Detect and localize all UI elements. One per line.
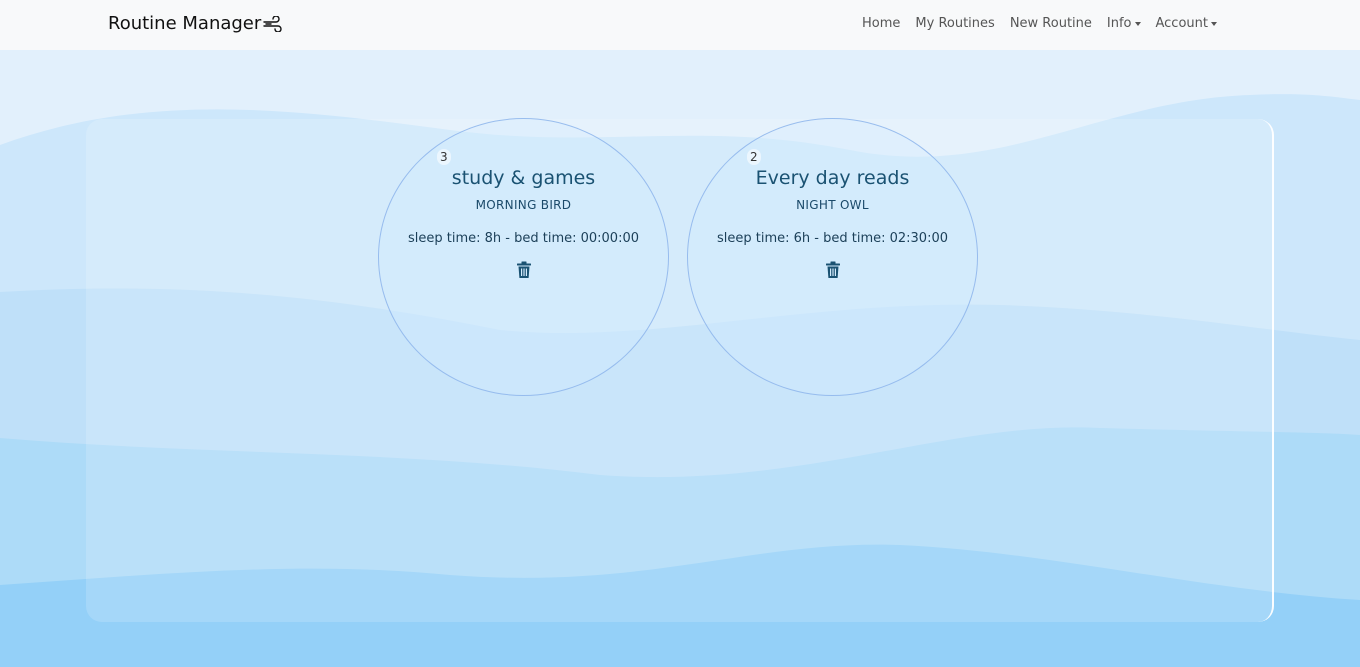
nav-my-routines[interactable]: My Routines <box>915 16 994 31</box>
nav-home[interactable]: Home <box>862 16 900 31</box>
routine-title: Every day reads <box>755 167 910 189</box>
routine-count-badge: 2 <box>747 149 761 165</box>
nav-new-routine[interactable]: New Routine <box>1010 16 1092 31</box>
routine-sleep-info: sleep time: 6h - bed time: 02:30:00 <box>716 231 949 246</box>
routine-count-badge: 3 <box>437 149 451 165</box>
routine-type: MORNING BIRD <box>475 198 572 212</box>
routine-card: 2 Every day reads NIGHT OWL sleep time: … <box>687 118 978 396</box>
wind-icon <box>263 15 282 32</box>
brand[interactable]: Routine Manager <box>108 13 283 34</box>
routine-card: 3 study & games MORNING BIRD sleep time:… <box>378 118 669 396</box>
routine-type: NIGHT OWL <box>796 198 869 212</box>
routines-panel <box>86 119 1274 622</box>
nav-info-label: Info <box>1106 16 1132 31</box>
nav-info-dropdown[interactable]: Info <box>1107 16 1141 31</box>
routine-sleep-info: sleep time: 8h - bed time: 00:00:00 <box>407 231 640 246</box>
main-nav: Home My Routines New Routine Info Accoun… <box>862 16 1217 31</box>
routine-title: study & games <box>451 167 596 189</box>
caret-down-icon <box>1134 21 1141 26</box>
navbar: Routine Manager Home My Routines New Rou… <box>0 0 1360 50</box>
caret-down-icon <box>1211 21 1217 26</box>
trash-icon[interactable] <box>516 261 532 279</box>
nav-account-dropdown[interactable]: Account <box>1155 16 1217 31</box>
brand-title: Routine Manager <box>108 13 262 34</box>
nav-account-label: Account <box>1155 16 1209 31</box>
trash-icon[interactable] <box>825 261 841 279</box>
